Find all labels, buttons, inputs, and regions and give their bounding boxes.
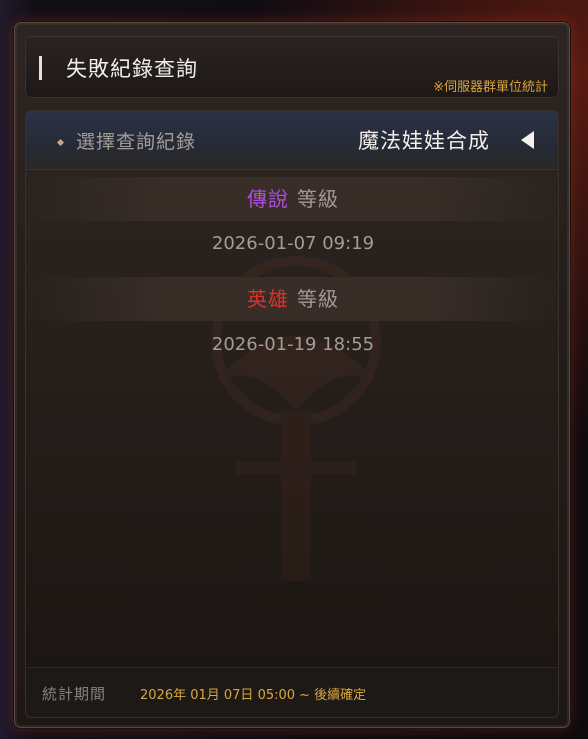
grade-name-legend: 傳說 bbox=[247, 187, 289, 211]
panel-header: 失敗紀錄查詢 ※伺服器群單位統計 bbox=[25, 36, 559, 98]
selector-label: 選擇查詢紀錄 bbox=[76, 131, 197, 153]
panel-title: 失敗紀錄查詢 bbox=[66, 57, 198, 81]
server-group-note: ※伺服器群單位統計 bbox=[433, 80, 548, 95]
record-content: 選擇查詢紀錄 魔法娃娃合成 傳說 等級 2026-01-07 09:19 英雄 等級… bbox=[25, 110, 559, 718]
stats-period-label: 統計期間 bbox=[42, 685, 107, 703]
grade-row-hero: 英雄 等級 bbox=[26, 277, 558, 321]
record-type-selector[interactable]: 選擇查詢紀錄 魔法娃娃合成 bbox=[26, 111, 558, 170]
grade-name-hero: 英雄 bbox=[247, 287, 289, 311]
stats-period-footer: 統計期間 2026年 01月 07日 05:00 ~ 後續確定 bbox=[26, 667, 558, 717]
selected-record-type[interactable]: 魔法娃娃合成 bbox=[358, 125, 490, 155]
title-accent-bar bbox=[39, 56, 42, 80]
bullet-icon bbox=[56, 138, 65, 147]
record-date: 2026-01-19 18:55 bbox=[211, 334, 375, 355]
grade-suffix: 等級 bbox=[297, 187, 339, 211]
record-date: 2026-01-07 09:19 bbox=[211, 233, 375, 254]
grade-suffix: 等級 bbox=[297, 287, 339, 311]
triangle-left-icon[interactable] bbox=[518, 129, 540, 151]
grade-row-legend: 傳說 等級 bbox=[26, 177, 558, 221]
stats-period-value: 2026年 01月 07日 05:00 ~ 後續確定 bbox=[140, 688, 367, 703]
